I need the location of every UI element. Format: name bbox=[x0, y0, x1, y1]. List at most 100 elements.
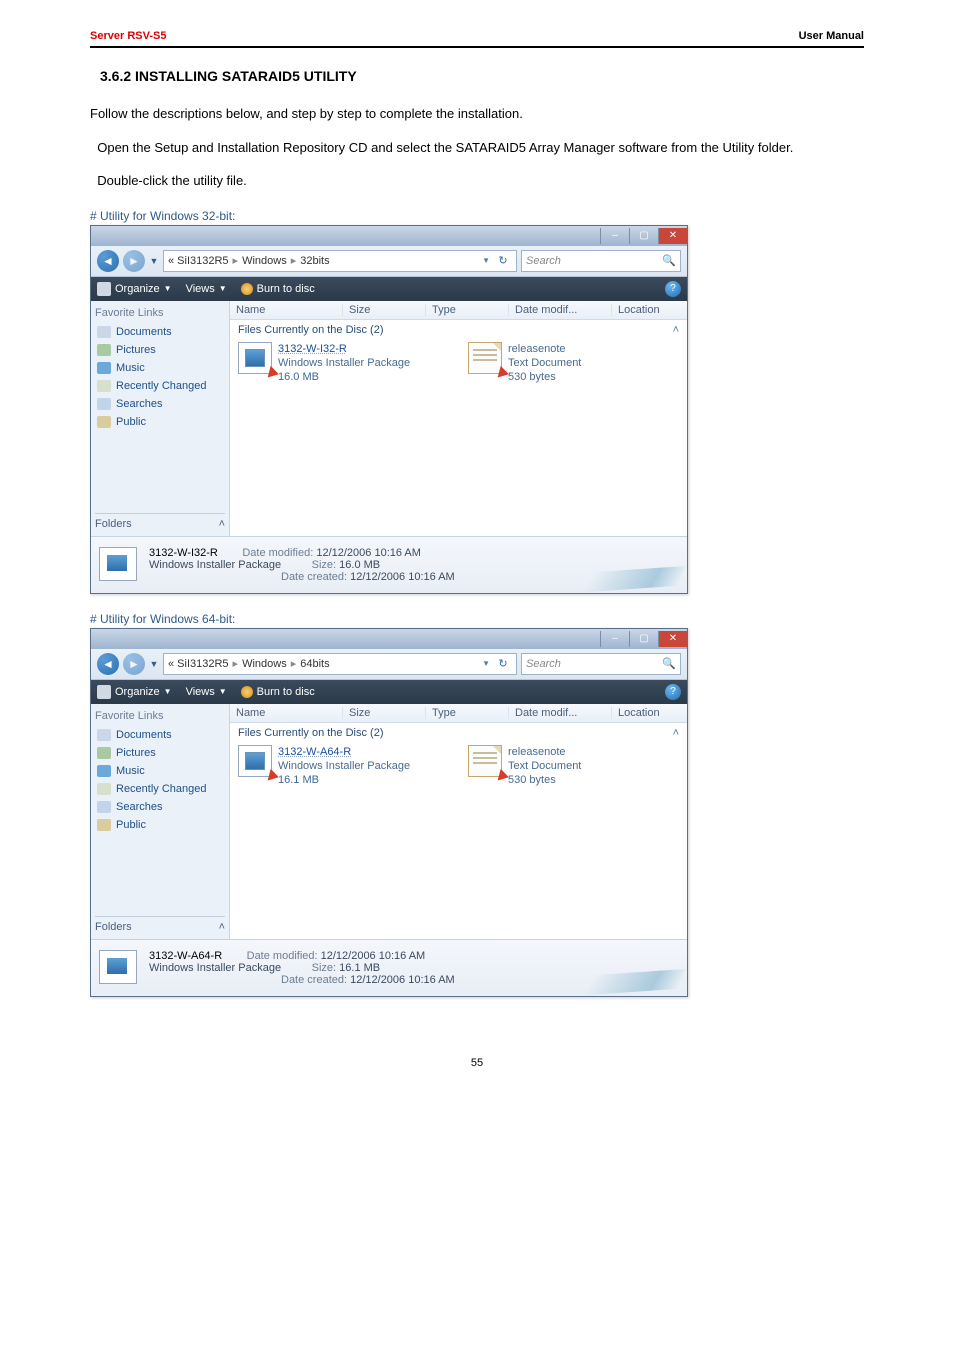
chevron-right-icon: ▸ bbox=[291, 254, 297, 267]
file-name: releasenote bbox=[508, 745, 581, 759]
column-headers[interactable]: Name Size Type Date modif... Location bbox=[230, 704, 687, 723]
maximize-button[interactable]: ▢ bbox=[629, 631, 658, 647]
breadcrumb-leaf: 64bits bbox=[300, 658, 329, 670]
col-date[interactable]: Date modif... bbox=[509, 304, 612, 316]
search-icon: 🔍 bbox=[662, 657, 676, 670]
forward-button[interactable]: ► bbox=[123, 250, 145, 272]
file-name: 3132-W-A64-R bbox=[278, 745, 410, 759]
file-name: releasenote bbox=[508, 342, 581, 356]
nav-bar: ◄ ► ▼ « SiI3132R5 ▸ Windows ▸ 32bits ▼ ↻… bbox=[91, 246, 687, 277]
sidebar-item-recent[interactable]: Recently Changed bbox=[95, 377, 225, 395]
searches-icon bbox=[97, 398, 111, 410]
help-icon[interactable]: ? bbox=[665, 281, 681, 297]
col-location[interactable]: Location bbox=[612, 304, 687, 316]
file-item-installer[interactable]: 3132-W-I32-R Windows Installer Package 1… bbox=[238, 342, 458, 385]
chevron-up-icon: ˄ bbox=[219, 921, 225, 933]
breadcrumb[interactable]: « SiI3132R5 ▸ Windows ▸ 64bits ▼ ↻ bbox=[163, 653, 517, 675]
breadcrumb-windows: Windows bbox=[242, 658, 287, 670]
search-icon: 🔍 bbox=[662, 254, 676, 267]
titlebar: – ▢ ✕ bbox=[91, 629, 687, 649]
documents-icon bbox=[97, 326, 111, 338]
titlebar: – ▢ ✕ bbox=[91, 226, 687, 246]
page-number: 55 bbox=[90, 1057, 864, 1069]
breadcrumb-leaf: 32bits bbox=[300, 255, 329, 267]
nav-history-dropdown[interactable]: ▼ bbox=[149, 253, 159, 269]
minimize-button[interactable]: – bbox=[600, 228, 629, 244]
organize-button[interactable]: Organize ▼ bbox=[97, 282, 172, 296]
sidebar-item-pictures[interactable]: Pictures bbox=[95, 341, 225, 359]
sidebar-item-documents[interactable]: Documents bbox=[95, 726, 225, 744]
close-button[interactable]: ✕ bbox=[658, 631, 687, 647]
file-name: 3132-W-I32-R bbox=[278, 342, 410, 356]
details-icon bbox=[99, 950, 139, 986]
file-type: Text Document bbox=[508, 759, 581, 773]
col-location[interactable]: Location bbox=[612, 707, 687, 719]
public-icon bbox=[97, 416, 111, 428]
help-icon[interactable]: ? bbox=[665, 684, 681, 700]
back-button[interactable]: ◄ bbox=[97, 250, 119, 272]
col-name[interactable]: Name bbox=[230, 707, 343, 719]
sidebar-item-public[interactable]: Public bbox=[95, 413, 225, 431]
burn-button[interactable]: Burn to disc bbox=[241, 686, 315, 698]
folders-toggle[interactable]: Folders ˄ bbox=[95, 916, 225, 933]
breadcrumb[interactable]: « SiI3132R5 ▸ Windows ▸ 32bits ▼ ↻ bbox=[163, 250, 517, 272]
searches-icon bbox=[97, 801, 111, 813]
file-item-installer[interactable]: 3132-W-A64-R Windows Installer Package 1… bbox=[238, 745, 458, 788]
refresh-icon[interactable]: ↻ bbox=[494, 657, 512, 670]
sidebar-item-documents[interactable]: Documents bbox=[95, 323, 225, 341]
section-title: 3.6.2 INSTALLING SATARAID5 UTILITY bbox=[100, 68, 864, 84]
sidebar-item-pictures[interactable]: Pictures bbox=[95, 744, 225, 762]
minimize-button[interactable]: – bbox=[600, 631, 629, 647]
file-size: 16.1 MB bbox=[278, 773, 410, 787]
organize-icon bbox=[97, 282, 111, 296]
header-right: User Manual bbox=[799, 30, 864, 42]
sidebar-item-recent[interactable]: Recently Changed bbox=[95, 780, 225, 798]
maximize-button[interactable]: ▢ bbox=[629, 228, 658, 244]
caption-32bit: # Utility for Windows 32-bit: bbox=[90, 209, 864, 223]
back-button[interactable]: ◄ bbox=[97, 653, 119, 675]
views-button[interactable]: Views ▼ bbox=[186, 283, 227, 295]
col-date[interactable]: Date modif... bbox=[509, 707, 612, 719]
forward-button[interactable]: ► bbox=[123, 653, 145, 675]
close-button[interactable]: ✕ bbox=[658, 228, 687, 244]
col-size[interactable]: Size bbox=[343, 707, 426, 719]
txt-icon bbox=[468, 342, 502, 374]
search-input[interactable]: Search 🔍 bbox=[521, 653, 681, 675]
sidebar-item-searches[interactable]: Searches bbox=[95, 395, 225, 413]
details-pane: 3132-W-A64-R Date modified: 12/12/2006 1… bbox=[91, 939, 687, 996]
file-type: Windows Installer Package bbox=[278, 759, 410, 773]
file-item-releasenote[interactable]: releasenote Text Document 530 bytes bbox=[468, 342, 668, 385]
msi-icon bbox=[238, 745, 272, 777]
search-placeholder: Search bbox=[526, 255, 561, 267]
nav-history-dropdown[interactable]: ▼ bbox=[149, 656, 159, 672]
file-item-releasenote[interactable]: releasenote Text Document 530 bytes bbox=[468, 745, 668, 788]
sidebar-item-music[interactable]: Music bbox=[95, 359, 225, 377]
search-input[interactable]: Search 🔍 bbox=[521, 250, 681, 272]
nav-bar: ◄ ► ▼ « SiI3132R5 ▸ Windows ▸ 64bits ▼ ↻… bbox=[91, 649, 687, 680]
sidebar: Favorite Links Documents Pictures Music … bbox=[91, 704, 230, 939]
views-button[interactable]: Views ▼ bbox=[186, 686, 227, 698]
intro-paragraph: Follow the descriptions below, and step … bbox=[90, 104, 864, 124]
command-bar: Organize ▼ Views ▼ Burn to disc ? bbox=[91, 277, 687, 301]
sidebar-item-music[interactable]: Music bbox=[95, 762, 225, 780]
organize-button[interactable]: Organize ▼ bbox=[97, 685, 172, 699]
music-icon bbox=[97, 362, 111, 374]
sidebar-header: Favorite Links bbox=[95, 710, 225, 722]
details-pane: 3132-W-I32-R Date modified: 12/12/2006 1… bbox=[91, 536, 687, 593]
file-size: 16.0 MB bbox=[278, 370, 410, 384]
folders-toggle[interactable]: Folders ˄ bbox=[95, 513, 225, 530]
explorer-window-64: – ▢ ✕ ◄ ► ▼ « SiI3132R5 ▸ Windows ▸ 64bi… bbox=[90, 628, 688, 997]
col-size[interactable]: Size bbox=[343, 304, 426, 316]
sidebar-item-public[interactable]: Public bbox=[95, 816, 225, 834]
group-header[interactable]: Files Currently on the Disc (2) ˄ bbox=[230, 320, 687, 340]
sidebar-item-searches[interactable]: Searches bbox=[95, 798, 225, 816]
command-bar: Organize ▼ Views ▼ Burn to disc ? bbox=[91, 680, 687, 704]
col-name[interactable]: Name bbox=[230, 304, 343, 316]
refresh-icon[interactable]: ↻ bbox=[494, 254, 512, 267]
column-headers[interactable]: Name Size Type Date modif... Location bbox=[230, 301, 687, 320]
burn-button[interactable]: Burn to disc bbox=[241, 283, 315, 295]
col-type[interactable]: Type bbox=[426, 304, 509, 316]
col-type[interactable]: Type bbox=[426, 707, 509, 719]
group-header[interactable]: Files Currently on the Disc (2) ˄ bbox=[230, 723, 687, 743]
caption-64bit: # Utility for Windows 64-bit: bbox=[90, 612, 864, 626]
